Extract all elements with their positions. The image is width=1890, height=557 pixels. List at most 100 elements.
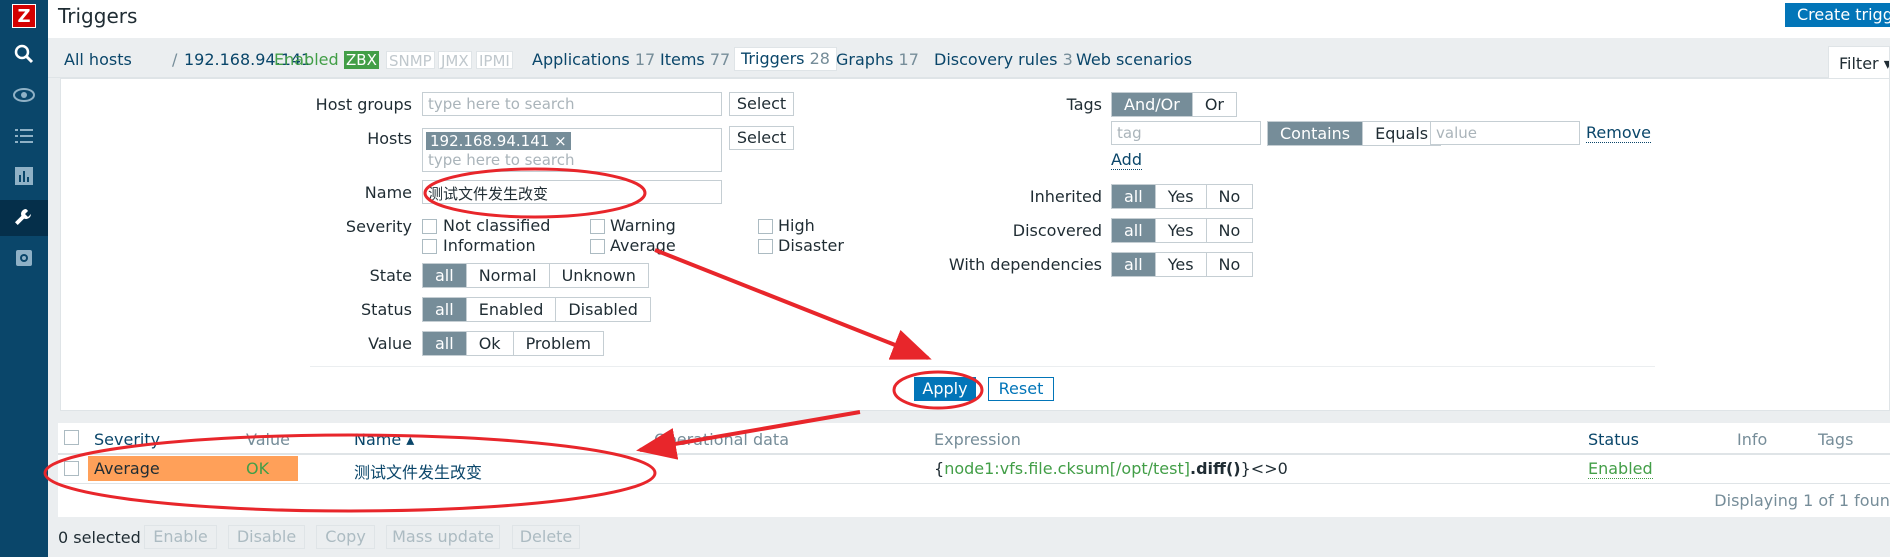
copy-button[interactable]: Copy xyxy=(316,525,375,549)
enable-button[interactable]: Enable xyxy=(144,525,217,549)
state-unknown[interactable]: Unknown xyxy=(549,264,648,287)
inherited-no[interactable]: No xyxy=(1206,185,1253,208)
host-groups-input[interactable]: type here to search xyxy=(422,92,722,116)
nav-items-count: 77 xyxy=(709,50,731,69)
page-header: Triggers Create trigger xyxy=(48,0,1890,38)
severity-information-checkbox[interactable] xyxy=(422,239,437,254)
tags-mode-segmented: And/Or Or xyxy=(1111,92,1237,117)
host-navigation: All hosts / 192.168.94.141 Enabled ZBX S… xyxy=(48,38,1890,80)
host-groups-select-button[interactable]: Select xyxy=(729,92,794,116)
discovered-label: Discovered xyxy=(1012,221,1102,240)
tags-mode-or[interactable]: Or xyxy=(1192,93,1236,116)
dependencies-no[interactable]: No xyxy=(1206,253,1253,276)
nav-items[interactable]: Items 77 xyxy=(660,50,730,69)
col-expression: Expression xyxy=(934,430,1021,449)
discovered-yes[interactable]: Yes xyxy=(1155,219,1207,242)
nav-graphs-count: 17 xyxy=(898,50,919,69)
mass-update-button[interactable]: Mass update xyxy=(386,525,500,549)
expression-cell: {node1:vfs.file.cksum[/opt/test].diff()}… xyxy=(934,459,1288,478)
severity-disaster-checkbox[interactable] xyxy=(758,239,773,254)
inherited-all[interactable]: all xyxy=(1112,185,1156,208)
discovered-no[interactable]: No xyxy=(1206,219,1253,242)
tag-add-link[interactable]: Add xyxy=(1111,150,1142,170)
disable-button[interactable]: Disable xyxy=(228,525,305,549)
gear-icon[interactable] xyxy=(12,246,36,270)
badge-snmp: SNMP xyxy=(386,51,435,70)
list-icon[interactable] xyxy=(12,124,36,148)
tag-op-equals[interactable]: Equals xyxy=(1363,122,1441,145)
tag-value-input[interactable]: value xyxy=(1430,121,1580,145)
col-status[interactable]: Status xyxy=(1588,430,1639,449)
value-cell: OK xyxy=(246,459,270,478)
discovered-segmented: all Yes No xyxy=(1111,218,1254,243)
host-chip[interactable]: 192.168.94.141 × xyxy=(426,132,571,150)
col-value[interactable]: Value xyxy=(246,430,290,449)
severity-disaster-label: Disaster xyxy=(778,236,844,255)
severity-high-label: High xyxy=(778,216,815,235)
filter-tab[interactable]: Filter ▾ xyxy=(1828,46,1890,80)
status-enabled-link[interactable]: Enabled xyxy=(1588,459,1653,479)
state-all[interactable]: all xyxy=(423,264,467,287)
eye-icon[interactable] xyxy=(12,83,36,107)
delete-button[interactable]: Delete xyxy=(512,525,580,549)
tag-operator-segmented: Contains Equals xyxy=(1267,121,1442,146)
select-all-checkbox[interactable] xyxy=(64,430,79,445)
status-all[interactable]: all xyxy=(423,298,467,321)
wrench-icon[interactable] xyxy=(12,206,36,230)
severity-warning-checkbox[interactable] xyxy=(590,219,605,234)
nav-discovery-rules[interactable]: Discovery rules 3 xyxy=(934,50,1073,69)
reset-button[interactable]: Reset xyxy=(988,377,1054,401)
value-all[interactable]: all xyxy=(423,332,467,355)
severity-average-checkbox[interactable] xyxy=(590,239,605,254)
col-severity[interactable]: Severity xyxy=(94,430,160,449)
tag-remove-link[interactable]: Remove xyxy=(1586,123,1651,143)
status-label: Status xyxy=(361,300,412,319)
tag-input[interactable]: tag xyxy=(1111,121,1261,145)
severity-not-classified-checkbox[interactable] xyxy=(422,219,437,234)
hosts-multiselect[interactable]: 192.168.94.141 × type here to search xyxy=(422,128,722,172)
expression-open: { xyxy=(934,459,945,478)
name-input[interactable]: 测试文件发生改变 xyxy=(422,180,722,204)
nav-applications[interactable]: Applications 17 xyxy=(532,50,655,69)
discovered-all[interactable]: all xyxy=(1112,219,1156,242)
selected-count: 0 selected xyxy=(58,528,141,547)
severity-high-checkbox[interactable] xyxy=(758,219,773,234)
status-enabled[interactable]: Enabled xyxy=(466,298,557,321)
status-disabled[interactable]: Disabled xyxy=(556,298,650,321)
tags-mode-and-or[interactable]: And/Or xyxy=(1112,93,1193,116)
zabbix-logo[interactable]: Z xyxy=(12,4,36,28)
chart-icon[interactable] xyxy=(12,164,36,188)
row-checkbox[interactable] xyxy=(64,461,79,476)
inherited-yes[interactable]: Yes xyxy=(1155,185,1207,208)
close-icon[interactable]: × xyxy=(554,132,567,150)
state-normal[interactable]: Normal xyxy=(466,264,550,287)
severity-not-classified-label: Not classified xyxy=(443,216,551,235)
action-footer: 0 selected Enable Disable Copy Mass upda… xyxy=(48,517,1890,557)
col-name[interactable]: Name ▴ xyxy=(354,430,414,449)
search-icon[interactable] xyxy=(12,42,36,66)
value-problem[interactable]: Problem xyxy=(513,332,603,355)
value-ok[interactable]: Ok xyxy=(466,332,514,355)
apply-button[interactable]: Apply xyxy=(914,377,976,401)
trigger-name-link[interactable]: 测试文件发生改变 xyxy=(354,459,482,483)
status-segmented: all Enabled Disabled xyxy=(422,297,651,322)
dependencies-all[interactable]: all xyxy=(1112,253,1156,276)
nav-web-scenarios[interactable]: Web scenarios xyxy=(1076,50,1192,69)
create-trigger-button[interactable]: Create trigger xyxy=(1785,3,1890,27)
breadcrumb-all-hosts[interactable]: All hosts xyxy=(64,50,132,69)
hosts-select-button[interactable]: Select xyxy=(729,126,794,150)
tags-label: Tags xyxy=(1066,95,1102,114)
sidebar: Z xyxy=(0,0,48,557)
nav-graphs[interactable]: Graphs 17 xyxy=(836,50,919,69)
inherited-label: Inherited xyxy=(1029,187,1102,206)
expression-item-key[interactable]: node1:vfs.file.cksum[/opt/test] xyxy=(944,459,1190,478)
dependencies-yes[interactable]: Yes xyxy=(1155,253,1207,276)
nav-triggers[interactable]: Triggers 28 xyxy=(734,47,837,71)
dependencies-segmented: all Yes No xyxy=(1111,252,1254,277)
value-segmented: all Ok Problem xyxy=(422,331,604,356)
inherited-segmented: all Yes No xyxy=(1111,184,1254,209)
hosts-placeholder: type here to search xyxy=(428,151,575,169)
col-operational-data: Operational data xyxy=(654,430,789,449)
tag-op-contains[interactable]: Contains xyxy=(1268,122,1364,145)
host-chip-label: 192.168.94.141 xyxy=(430,132,550,150)
